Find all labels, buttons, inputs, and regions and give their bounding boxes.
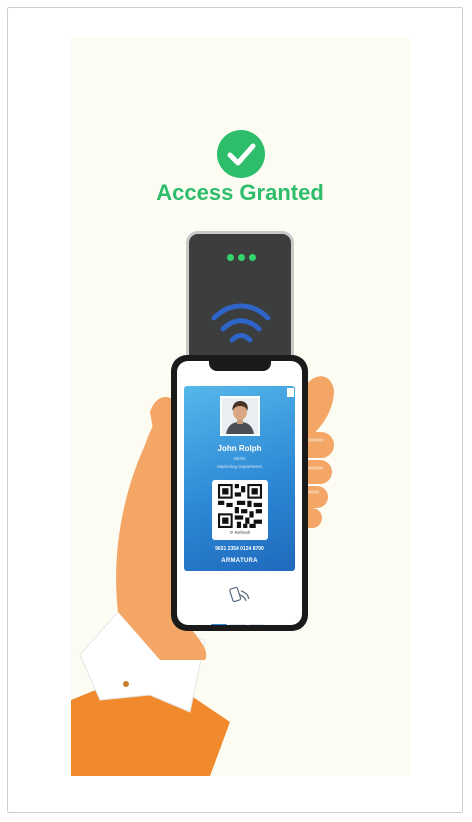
cuff-button: [123, 681, 129, 687]
phone-notch: [209, 361, 271, 371]
smartphone: John Rolph 46002 Marketing Department ⟳ …: [171, 355, 308, 631]
cardholder-name: John Rolph: [217, 444, 262, 453]
check-circle-icon: [217, 130, 265, 178]
reader-led-indicators: [227, 248, 260, 266]
qr-code-icon: [218, 484, 262, 528]
card-number: 9651 2354 0124 8700: [215, 546, 264, 552]
qr-code-panel: ⟳ Refresh: [212, 480, 268, 540]
page-indicator: [211, 613, 268, 625]
employee-id: 46002: [233, 456, 246, 461]
access-granted-text: Access Granted: [156, 180, 324, 205]
brand-logo: ARMATURA: [221, 558, 258, 564]
department: Marketing Department: [217, 464, 262, 469]
phone-screen: John Rolph 46002 Marketing Department ⟳ …: [177, 361, 302, 625]
refresh-button[interactable]: ⟳ Refresh: [212, 530, 268, 536]
tap-phone-icon[interactable]: [228, 585, 250, 605]
mobile-credential-card[interactable]: John Rolph 46002 Marketing Department ⟳ …: [184, 386, 295, 571]
nfc-wave-icon: [211, 303, 271, 343]
bookmark-icon: [287, 388, 294, 397]
avatar: [220, 396, 260, 436]
